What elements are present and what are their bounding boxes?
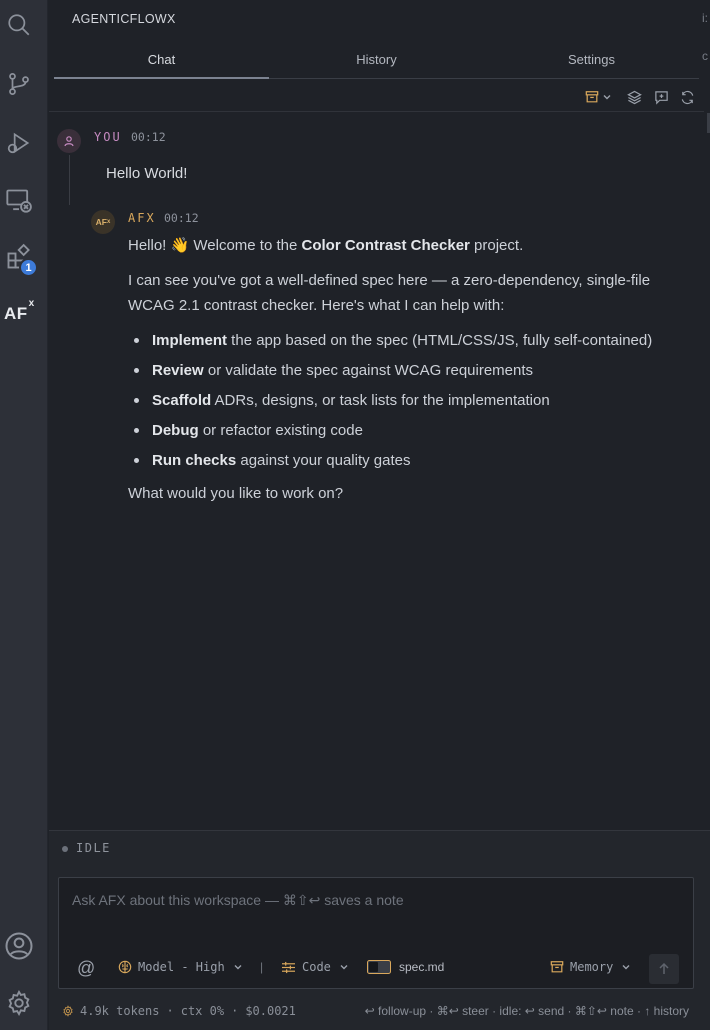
wave-emoji-icon: 👋 — [170, 237, 190, 254]
tab-history[interactable]: History — [269, 46, 484, 78]
list-item: Implement the app based on the spec (HTM… — [128, 328, 693, 353]
list-item: Debug or refactor existing code — [128, 418, 693, 443]
composer-area: IDLE @ Model - High | Code spec.md — [49, 830, 710, 1030]
new-chat-icon[interactable] — [652, 88, 670, 106]
person-icon — [64, 136, 74, 147]
send-button[interactable] — [649, 954, 679, 984]
token-count: 4.9k tokens — [80, 1004, 160, 1018]
account-icon[interactable] — [4, 931, 34, 961]
source-control-icon[interactable] — [4, 69, 34, 99]
arrow-up-icon — [659, 962, 669, 974]
afx-paragraph: I can see you've got a well-defined spec… — [128, 272, 651, 314]
layers-icon[interactable] — [625, 88, 643, 106]
activity-bar: 1 AFx — [0, 0, 48, 1030]
edge-glyph-tabs: c — [702, 49, 708, 63]
footer-usage: 4.9k tokens · ctx 0% · $0.0021 — [62, 1004, 296, 1018]
archive-icon — [550, 961, 564, 973]
toolbar-separator: | — [260, 960, 264, 974]
chat-input[interactable] — [72, 888, 672, 912]
extensions-badge: 1 — [19, 258, 38, 277]
gear-icon — [63, 1005, 73, 1017]
model-selector[interactable]: Model - High — [118, 960, 243, 974]
message-role: YOU — [94, 130, 122, 144]
chevron-down-icon — [622, 965, 630, 970]
archive-dropdown-button[interactable] — [583, 88, 613, 106]
refresh-icon[interactable] — [678, 88, 696, 106]
settings-gear-icon[interactable] — [4, 988, 34, 1018]
memory-selector[interactable]: Memory — [550, 960, 631, 974]
afx-logo-icon[interactable]: AFx — [4, 298, 35, 324]
edge-glyph-top: i: — [702, 11, 708, 25]
status-text: IDLE — [76, 841, 111, 855]
panel-title: AGENTICFLOWX — [72, 12, 176, 26]
user-avatar — [57, 129, 81, 153]
agenticflowx-panel: AGENTICFLOWX i: c Chat History Settings … — [49, 0, 710, 1030]
message-role: AFX — [128, 211, 156, 225]
list-item: Run checks against your quality gates — [128, 448, 693, 473]
chevron-down-icon — [603, 95, 610, 100]
mode-selector[interactable]: Code — [281, 960, 349, 974]
brain-icon — [118, 960, 132, 974]
afx-message-body: Hello! 👋 Welcome to the Color Contrast C… — [128, 233, 693, 516]
chevron-down-icon — [340, 965, 348, 970]
list-item: Scaffold ADRs, designs, or task lists fo… — [128, 388, 693, 413]
mention-button[interactable]: @ — [77, 958, 95, 979]
remote-explorer-icon[interactable] — [4, 186, 34, 216]
thread-line — [69, 155, 70, 205]
afx-intro: Hello! 👋 Welcome to the Color Contrast C… — [128, 237, 524, 254]
afx-list: Implement the app based on the spec (HTM… — [128, 328, 693, 473]
panel-tabs: Chat History Settings — [54, 46, 699, 79]
sliders-icon — [282, 961, 295, 973]
message-time: 00:12 — [131, 130, 166, 144]
list-item: Review or validate the spec against WCAG… — [128, 358, 693, 383]
chevron-down-icon — [234, 965, 242, 970]
afx-avatar: AF x — [91, 210, 115, 234]
status-footer: 4.9k tokens · ctx 0% · $0.0021 ↩ follow-… — [49, 1001, 710, 1030]
context-file-chip[interactable]: spec.md — [367, 960, 444, 974]
file-toggle-icon — [367, 960, 391, 974]
chat-toolbar — [49, 82, 704, 112]
afx-closing: What would you like to work on? — [128, 485, 344, 502]
composer: @ Model - High | Code spec.md Memory — [58, 877, 694, 989]
user-message-text: Hello World! — [106, 165, 188, 182]
cost: $0.0021 — [245, 1004, 296, 1018]
message-time: 00:12 — [164, 211, 199, 225]
context-usage: ctx 0% — [180, 1004, 225, 1018]
search-icon[interactable] — [4, 10, 34, 40]
run-debug-icon[interactable] — [4, 128, 34, 158]
tab-chat[interactable]: Chat — [54, 46, 269, 79]
status-dot-icon — [62, 846, 68, 852]
tab-settings[interactable]: Settings — [484, 46, 699, 78]
keyboard-hints: ↩ follow-up · ⌘↩ steer · idle: ↩ send · … — [364, 1004, 689, 1018]
